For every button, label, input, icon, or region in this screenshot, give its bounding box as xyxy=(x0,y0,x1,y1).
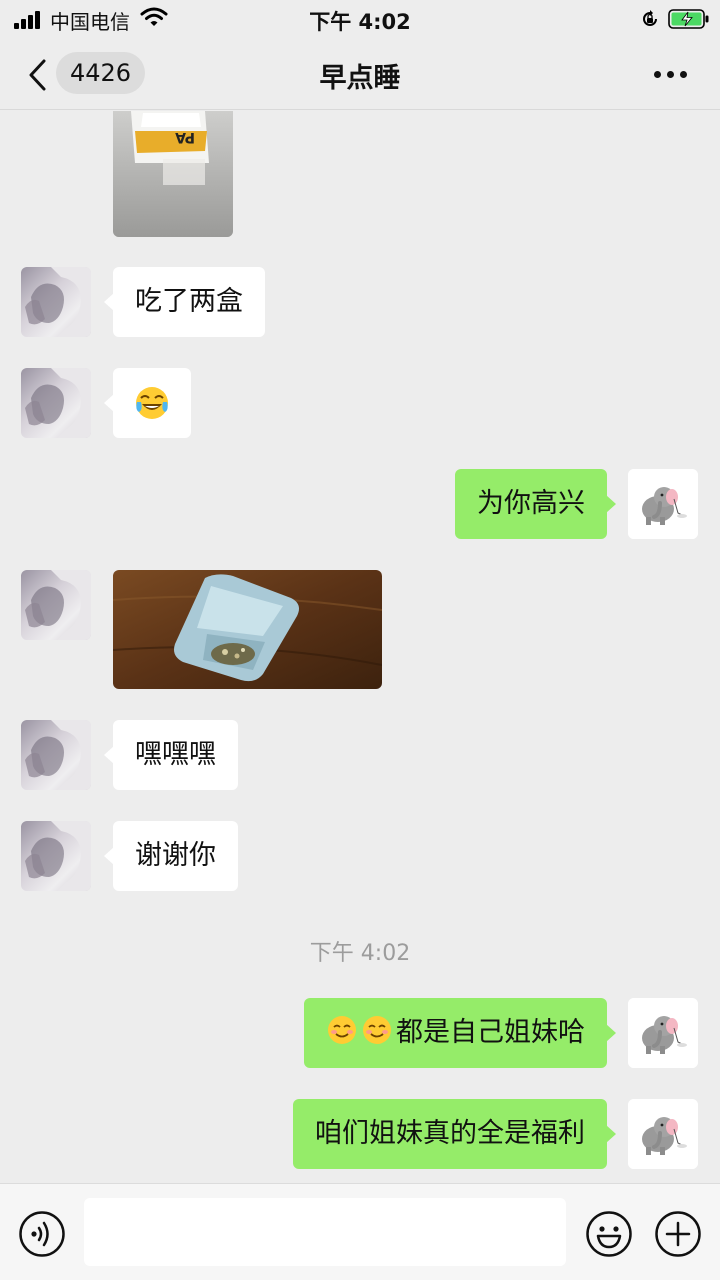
status-bar: 中国电信 下午 4:02 xyxy=(0,0,720,38)
message-bubble[interactable]: 谢谢你 xyxy=(104,821,238,891)
more-dots-icon[interactable] xyxy=(654,70,688,80)
rotation-lock-icon xyxy=(643,10,657,26)
voice-icon[interactable] xyxy=(18,1210,66,1258)
my-avatar[interactable] xyxy=(628,1099,698,1169)
smiling-face-emoji xyxy=(363,1016,391,1044)
input-bar xyxy=(0,1183,720,1280)
contact-avatar[interactable] xyxy=(21,267,91,337)
message-text: 谢谢你 xyxy=(135,840,216,871)
contact-avatar[interactable] xyxy=(21,821,91,891)
message-text: 嘿嘿嘿 xyxy=(135,739,216,770)
chat-header: 4426 早点睡 xyxy=(0,38,720,110)
contact-avatar[interactable] xyxy=(21,720,91,790)
svg-text:PA: PA xyxy=(175,129,195,145)
message-bubble[interactable]: 为你高兴 xyxy=(455,469,616,539)
timestamp-divider: 下午 4:02 xyxy=(309,941,411,966)
contact-avatar[interactable] xyxy=(21,368,91,438)
message-bubble[interactable]: 吃了两盒 xyxy=(104,267,265,337)
message-bubble[interactable]: 嘿嘿嘿 xyxy=(104,720,238,790)
yogurt-cup-on-table-photo[interactable] xyxy=(113,570,382,689)
emoji-icon[interactable] xyxy=(585,1210,633,1258)
message-text: 为你高兴 xyxy=(477,488,585,519)
smiling-face-emoji xyxy=(328,1016,356,1044)
message-text: 吃了两盒 xyxy=(135,286,243,317)
my-avatar[interactable] xyxy=(628,998,698,1068)
yogurt-package-photo[interactable]: PA xyxy=(113,111,233,237)
my-avatar[interactable] xyxy=(628,469,698,539)
message-text: 咱们姐妹真的全是福利 xyxy=(315,1118,585,1149)
chat-title: 早点睡 xyxy=(319,63,401,94)
plus-icon[interactable] xyxy=(654,1210,702,1258)
contact-avatar[interactable] xyxy=(21,570,91,640)
battery-charging-icon xyxy=(668,9,709,29)
emoji-message-bubble[interactable] xyxy=(104,368,191,438)
message-input[interactable] xyxy=(84,1198,566,1266)
message-text: 都是自己姐妹哈 xyxy=(396,1017,585,1048)
message-bubble[interactable]: 都是自己姐妹哈 xyxy=(304,998,616,1068)
status-time: 下午 4:02 xyxy=(309,10,411,34)
tears-of-joy-emoji xyxy=(136,387,168,419)
message-list[interactable]: PA 吃了两盒 为你高兴 嘿嘿嘿 谢谢你 下午 4:02 都是自己姐妹哈 咱们姐… xyxy=(0,111,720,1183)
message-bubble[interactable]: 咱们姐妹真的全是福利 xyxy=(293,1099,616,1169)
